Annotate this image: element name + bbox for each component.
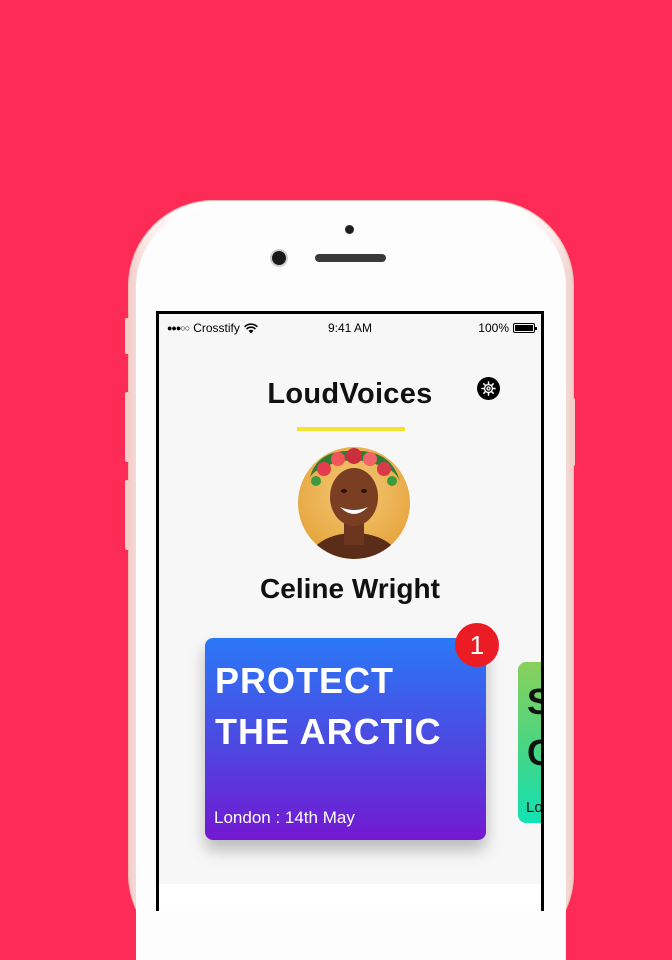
event-title-line: THE ARCTIC: [215, 711, 442, 752]
mute-switch: [125, 318, 129, 354]
event-title-line: PROTECT: [215, 660, 395, 701]
event-card-subtitle: London : 14th May: [214, 808, 355, 827]
title-underline: [297, 427, 405, 431]
volume-down-button: [125, 480, 129, 550]
avatar-photo: [310, 448, 400, 559]
battery-percent: 100%: [478, 321, 509, 335]
battery-icon: [513, 323, 537, 333]
avatar[interactable]: [298, 447, 410, 559]
gear-icon: [481, 381, 496, 396]
event-card-title: PROTECT THE ARCTIC: [215, 655, 442, 757]
proximity-sensor: [345, 225, 354, 234]
power-button: [571, 398, 575, 466]
earpiece-speaker: [315, 254, 386, 262]
event-card[interactable]: PROTECT THE ARCTIC London : 14th May: [205, 638, 486, 840]
status-bar: ●●●○○ Crosstify 9:41 AM 100%: [159, 314, 541, 342]
notification-badge: 1: [455, 623, 499, 667]
user-name: Celine Wright: [260, 573, 440, 604]
event-title-line: C: [527, 727, 541, 778]
status-bar-right: 100%: [478, 321, 537, 335]
event-card-next-title: S C: [527, 676, 541, 778]
front-camera: [272, 251, 286, 265]
event-card-next[interactable]: S C Lo: [518, 662, 543, 823]
volume-up-button: [125, 392, 129, 462]
bottom-panel: [159, 884, 541, 911]
app-screen: ●●●○○ Crosstify 9:41 AM 100% LoudVoices: [156, 311, 544, 911]
event-title-line: S: [527, 676, 541, 727]
settings-button[interactable]: [477, 377, 500, 400]
event-card-next-subtitle: Lo: [526, 799, 543, 816]
